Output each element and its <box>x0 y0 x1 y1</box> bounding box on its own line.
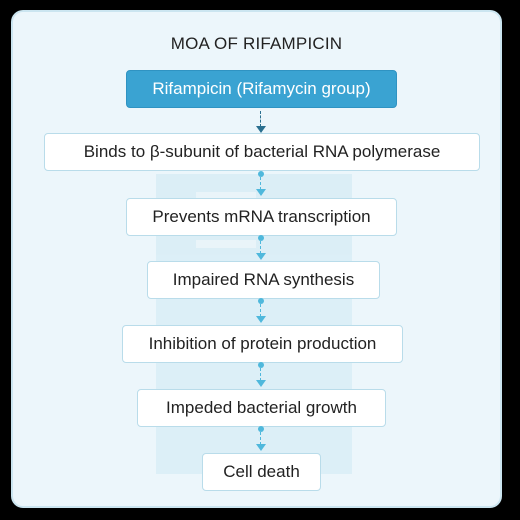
arrow-down-icon <box>256 380 266 387</box>
arrow-down-icon <box>256 189 266 196</box>
arrow-down-icon <box>256 444 266 451</box>
arrow-down-icon <box>256 126 266 133</box>
arrow-connector <box>256 362 266 387</box>
step-box-transcription: Prevents mRNA transcription <box>126 198 397 236</box>
step-box-drug: Rifampicin (Rifamycin group) <box>126 70 397 108</box>
arrow-connector <box>256 298 266 323</box>
arrow-connector <box>256 171 266 196</box>
flowchart-card: MOA OF RIFAMPICIN Rifampicin (Rifamycin … <box>11 10 502 508</box>
step-box-cell-death: Cell death <box>202 453 321 491</box>
arrow-connector <box>256 426 266 451</box>
arrow-down-icon <box>256 316 266 323</box>
step-box-rna-synthesis: Impaired RNA synthesis <box>147 261 380 299</box>
step-box-protein: Inhibition of protein production <box>122 325 403 363</box>
arrow-connector <box>256 235 266 260</box>
diagram-title: MOA OF RIFAMPICIN <box>170 34 343 53</box>
step-box-binding: Binds to β-subunit of bacterial RNA poly… <box>44 133 480 171</box>
watermark-bar <box>196 240 256 248</box>
arrow-connector <box>256 108 266 133</box>
arrow-down-icon <box>256 253 266 260</box>
step-box-growth: Impeded bacterial growth <box>137 389 386 427</box>
